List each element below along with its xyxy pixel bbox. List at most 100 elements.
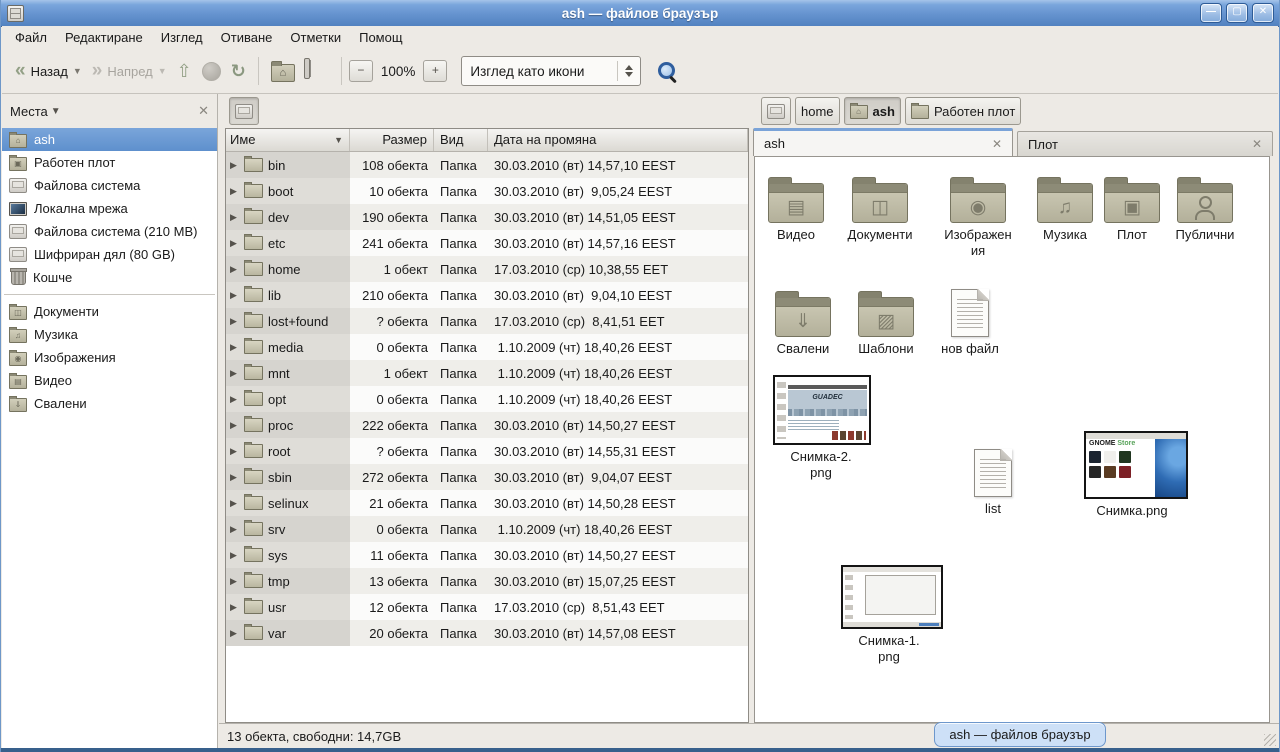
table-row[interactable]: ▶home1 обектПапка17.03.2010 (ср) 10,38,5… [226, 256, 748, 282]
menu-item-bookmarks[interactable]: Отметки [281, 28, 350, 47]
sidebar-item[interactable]: Файлова система (210 MB) [2, 220, 217, 243]
table-row[interactable]: ▶tmp13 обектаПапка30.03.2010 (вт) 15,07,… [226, 568, 748, 594]
table-row[interactable]: ▶bin108 обектаПапка30.03.2010 (вт) 14,57… [226, 152, 748, 178]
table-row[interactable]: ▶sys11 обектаПапка30.03.2010 (вт) 14,50,… [226, 542, 748, 568]
combo-stepper-icon[interactable] [618, 65, 640, 77]
table-row[interactable]: ▶usr12 обектаПапка17.03.2010 (ср) 8,51,4… [226, 594, 748, 620]
menu-item-go[interactable]: Отиване [212, 28, 282, 47]
table-row[interactable]: ▶var20 обектаПапка30.03.2010 (вт) 14,57,… [226, 620, 748, 646]
sidebar-item[interactable]: ♫Музика [2, 323, 217, 346]
expander-icon[interactable]: ▶ [230, 602, 239, 613]
zoom-in-button[interactable]: + [423, 60, 447, 82]
sidebar-title[interactable]: Места [10, 104, 48, 119]
menu-item-help[interactable]: Помощ [350, 28, 411, 47]
expander-icon[interactable]: ▶ [230, 368, 239, 379]
file-icon-documents[interactable]: ◫Документи [832, 173, 928, 243]
table-row[interactable]: ▶mnt1 обектПапка 1.10.2009 (чт) 18,40,26… [226, 360, 748, 386]
column-header[interactable]: Вид [434, 129, 488, 151]
expander-icon[interactable]: ▶ [230, 290, 239, 301]
expander-icon[interactable]: ▶ [230, 420, 239, 431]
icon-view[interactable]: ▤Видео◫Документи◉Изображен ия♫Музика▣Пло… [754, 156, 1270, 723]
menu-item-file[interactable]: Файл [6, 28, 56, 47]
forward-button[interactable]: » Напред ▼ [87, 58, 172, 84]
sidebar-item[interactable]: Локална мрежа [2, 197, 217, 220]
sidebar-item[interactable]: Шифриран дял (80 GB) [2, 243, 217, 266]
stop-button[interactable] [197, 58, 226, 85]
table-row[interactable]: ▶sbin272 обектаПапка30.03.2010 (вт) 9,04… [226, 464, 748, 490]
menu-item-edit[interactable]: Редактиране [56, 28, 152, 47]
table-row[interactable]: ▶proc222 обектаПапка30.03.2010 (вт) 14,5… [226, 412, 748, 438]
file-icon-snimka1[interactable]: Снимка-1. png [841, 565, 937, 664]
column-header[interactable]: Име▼ [226, 129, 350, 151]
table-row[interactable]: ▶lost+found? обектаПапка17.03.2010 (ср) … [226, 308, 748, 334]
table-row[interactable]: ▶etc241 обектаПапка30.03.2010 (вт) 14,57… [226, 230, 748, 256]
expander-icon[interactable]: ▶ [230, 628, 239, 639]
menu-item-view[interactable]: Изглед [152, 28, 212, 47]
file-icon-snimka2[interactable]: GUADECСнимка-2. png [773, 375, 869, 480]
expander-icon[interactable]: ▶ [230, 212, 239, 223]
zoom-out-button[interactable]: − [349, 60, 373, 82]
expander-icon[interactable]: ▶ [230, 550, 239, 561]
table-row[interactable]: ▶media0 обектаПапка 1.10.2009 (чт) 18,40… [226, 334, 748, 360]
search-button[interactable] [657, 61, 677, 81]
titlebar[interactable]: ash — файлов браузър — ▢ ✕ [1, 0, 1279, 27]
sidebar-item[interactable]: ◉Изображения [2, 346, 217, 369]
sidebar-item[interactable]: Кошче [2, 266, 217, 289]
expander-icon[interactable]: ▶ [230, 342, 239, 353]
tab-close-icon[interactable]: ✕ [992, 137, 1002, 151]
expander-icon[interactable]: ▶ [230, 264, 239, 275]
up-button[interactable]: ⇧ [172, 57, 197, 86]
close-button[interactable]: ✕ [1252, 3, 1274, 23]
file-icon-downloads[interactable]: ⇓Свалени [755, 287, 851, 357]
file-icon-video[interactable]: ▤Видео [754, 173, 844, 243]
resize-grip[interactable] [1264, 734, 1276, 746]
expander-icon[interactable]: ▶ [230, 498, 239, 509]
sidebar-item[interactable]: Файлова система [2, 174, 217, 197]
column-header[interactable]: Размер [350, 129, 434, 151]
file-icon-new-file[interactable]: нов файл [922, 285, 1018, 357]
reload-button[interactable]: ↻ [226, 57, 251, 86]
file-icon-list-file[interactable]: list [945, 445, 1041, 517]
chevron-down-icon[interactable]: ▼ [51, 106, 61, 117]
sidebar-item[interactable]: ◫Документи [2, 300, 217, 323]
tab-ash[interactable]: ash✕ [753, 128, 1013, 156]
back-dropdown-icon[interactable]: ▼ [73, 66, 82, 76]
table-row[interactable]: ▶opt0 обектаПапка 1.10.2009 (чт) 18,40,2… [226, 386, 748, 412]
expander-icon[interactable]: ▶ [230, 524, 239, 535]
tab-close-icon[interactable]: ✕ [1252, 137, 1262, 151]
table-row[interactable]: ▶srv0 обектаПапка 1.10.2009 (чт) 18,40,2… [226, 516, 748, 542]
maximize-button[interactable]: ▢ [1226, 3, 1248, 23]
expander-icon[interactable]: ▶ [230, 446, 239, 457]
sidebar-item[interactable]: ⇓Свалени [2, 392, 217, 415]
expander-icon[interactable]: ▶ [230, 238, 239, 249]
expander-icon[interactable]: ▶ [230, 472, 239, 483]
file-icon-snimka[interactable]: GNOME StoreСнимка.png [1084, 431, 1180, 519]
expander-icon[interactable]: ▶ [230, 160, 239, 171]
table-row[interactable]: ▶boot10 обектаПапка30.03.2010 (вт) 9,05,… [226, 178, 748, 204]
file-icon-templates[interactable]: ▨Шаблони [838, 287, 934, 357]
file-icon-public[interactable]: Публични [1157, 173, 1253, 243]
breadcrumb-button[interactable]: Работен плот [905, 97, 1021, 125]
breadcrumb-button[interactable]: ⌂ash [844, 97, 901, 125]
table-row[interactable]: ▶selinux21 обектаПапка30.03.2010 (вт) 14… [226, 490, 748, 516]
file-icon-images[interactable]: ◉Изображен ия [930, 173, 1026, 258]
expander-icon[interactable]: ▶ [230, 186, 239, 197]
expander-icon[interactable]: ▶ [230, 576, 239, 587]
tab-Плот[interactable]: Плот✕ [1017, 131, 1273, 156]
table-row[interactable]: ▶dev190 обектаПапка30.03.2010 (вт) 14,51… [226, 204, 748, 230]
back-button[interactable]: « Назад ▼ [10, 58, 87, 84]
taskbar-window-button[interactable]: ash — файлов браузър [934, 722, 1106, 747]
root-location-button[interactable] [229, 97, 259, 125]
column-header[interactable]: Дата на промяна [488, 129, 748, 151]
breadcrumb-button[interactable] [761, 97, 791, 125]
table-row[interactable]: ▶lib210 обектаПапка30.03.2010 (вт) 9,04,… [226, 282, 748, 308]
sidebar-close-icon[interactable]: ✕ [198, 103, 209, 119]
home-button[interactable]: ⌂ [266, 57, 300, 86]
computer-button[interactable] [300, 57, 334, 85]
view-mode-select[interactable]: Изглед като икони [461, 56, 641, 86]
sidebar-item[interactable]: ▣Работен плот [2, 151, 217, 174]
expander-icon[interactable]: ▶ [230, 394, 239, 405]
minimize-button[interactable]: — [1200, 3, 1222, 23]
table-row[interactable]: ▶root? обектаПапка30.03.2010 (вт) 14,55,… [226, 438, 748, 464]
expander-icon[interactable]: ▶ [230, 316, 239, 327]
